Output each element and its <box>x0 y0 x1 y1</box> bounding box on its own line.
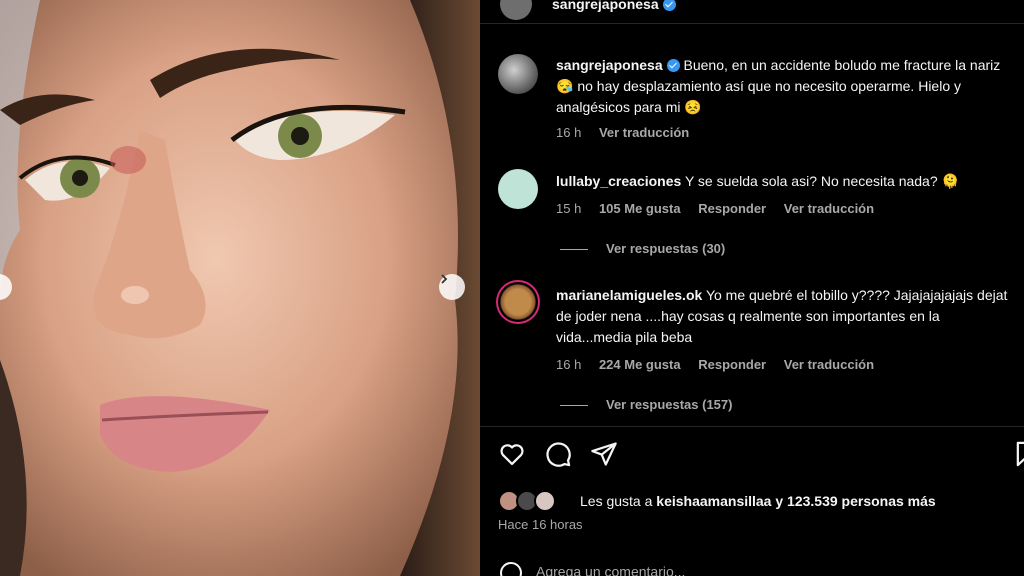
save-button[interactable] <box>1012 440 1024 470</box>
caption-text-block: sangrejaponesa Bueno, en un accidente bo… <box>556 55 1018 118</box>
author-username[interactable]: sangrejaponesa <box>552 0 676 12</box>
actions-divider <box>480 426 1024 427</box>
add-comment-input[interactable]: Agrega un comentario... <box>500 562 685 576</box>
post-photo <box>0 0 480 576</box>
comment-time: 15 h <box>556 201 582 216</box>
heart-icon <box>500 444 524 466</box>
bookmark-icon <box>1016 441 1024 467</box>
liker-avatar <box>534 490 556 512</box>
comment-likes[interactable]: 224 Me gusta <box>599 357 681 372</box>
comment-button[interactable] <box>544 440 574 470</box>
commenter-avatar-story-ring[interactable] <box>498 282 538 322</box>
comment-meta: 15 h 105 Me gusta Responder Ver traducci… <box>556 201 888 216</box>
commenter-avatar[interactable] <box>498 169 538 209</box>
post-header: sangrejaponesa <box>480 0 1024 24</box>
chevron-right-icon <box>441 274 448 284</box>
verified-badge-icon <box>666 59 680 72</box>
comment-time: 16 h <box>556 357 582 372</box>
comment-text-block: lullaby_creaciones Y se suelda sola asi?… <box>556 171 1018 192</box>
caption-username[interactable]: sangrejaponesa <box>556 57 663 73</box>
caption-translate-link[interactable]: Ver traducción <box>599 125 689 140</box>
action-bar <box>480 440 1024 474</box>
comment-bubble-icon <box>546 442 571 467</box>
emoji-icon[interactable] <box>500 562 522 576</box>
comment-text: Y se suelda sola asi? No necesita nada? … <box>684 173 959 189</box>
share-button[interactable] <box>590 440 620 470</box>
replies-divider-line <box>560 249 588 251</box>
view-replies-button[interactable]: Ver respuestas (30) <box>560 241 725 256</box>
translate-link[interactable]: Ver traducción <box>784 357 874 372</box>
face-illustration <box>0 0 480 576</box>
replies-divider-line <box>560 405 588 407</box>
paper-plane-icon <box>591 442 617 466</box>
verified-badge-icon <box>662 0 676 11</box>
likes-summary[interactable]: Les gusta a keishaamansillaa y 123.539 p… <box>498 488 978 516</box>
comment-text-block: marianelamigueles.ok Yo me quebré el tob… <box>556 285 1018 348</box>
comment-username[interactable]: lullaby_creaciones <box>556 173 681 189</box>
liker-username[interactable]: keishaamansillaa <box>656 493 771 509</box>
comment-likes[interactable]: 105 Me gusta <box>599 201 681 216</box>
author-avatar[interactable] <box>500 0 532 20</box>
likes-text: Les gusta a keishaamansillaa y 123.539 p… <box>580 493 936 509</box>
reply-button[interactable]: Responder <box>698 201 766 216</box>
like-button[interactable] <box>498 440 528 470</box>
reply-button[interactable]: Responder <box>698 357 766 372</box>
comment-username[interactable]: marianelamigueles.ok <box>556 287 702 303</box>
post-timestamp: Hace 16 horas <box>498 517 583 532</box>
translate-link[interactable]: Ver traducción <box>784 201 874 216</box>
post-details-panel: sangrejaponesa sangrejaponesa Bueno, en … <box>480 0 1024 576</box>
caption-meta: 16 h Ver traducción <box>556 125 703 140</box>
comment-meta: 16 h 224 Me gusta Responder Ver traducci… <box>556 357 888 372</box>
caption-time: 16 h <box>556 125 582 140</box>
likes-count[interactable]: 123.539 personas más <box>787 493 936 509</box>
caption-author-avatar[interactable] <box>498 54 538 94</box>
view-replies-button[interactable]: Ver respuestas (157) <box>560 397 732 412</box>
next-photo-button[interactable] <box>439 274 465 300</box>
